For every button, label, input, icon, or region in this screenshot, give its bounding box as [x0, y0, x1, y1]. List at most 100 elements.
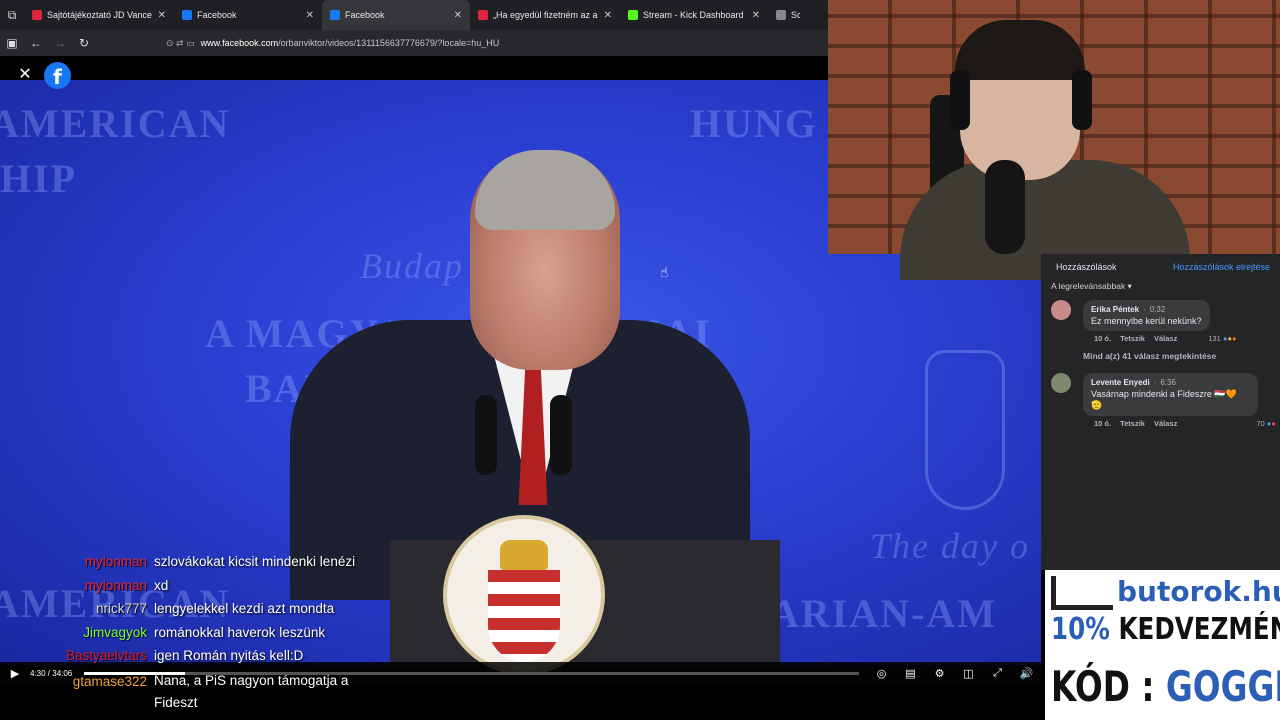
browser-tab[interactable]: Sajtótájékoztató JD Vance amer ✕ [24, 0, 174, 30]
love-reaction-icon: ● [1271, 419, 1276, 428]
tab-close-icon[interactable]: ✕ [158, 10, 166, 21]
bg-text: AMERICAN [0, 101, 231, 146]
browser-tab[interactable]: Screenshot [768, 0, 808, 30]
sponsor-discount-percent: 10% [1051, 612, 1119, 647]
tab-close-icon[interactable]: ✕ [604, 10, 612, 21]
comment-bubble: Levente Enyedi · 6:36 Vasárnap mindenki a … [1083, 373, 1258, 416]
chat-text: Nana, a PiS nagyon támogatja a Fideszt [154, 672, 349, 710]
browser-tab-bar: ⧉ Sajtótájékoztató JD Vance amer ✕ Faceboo… [0, 0, 828, 30]
comment-author[interactable]: Erika Péntek [1091, 305, 1139, 314]
chat-username[interactable]: mylonman [0, 578, 154, 593]
settings-gear-icon[interactable]: ⚙ [925, 667, 954, 680]
tab-close-icon[interactable]: ✕ [454, 10, 462, 21]
crown-emblem [500, 540, 548, 570]
tab-close-icon[interactable]: ✕ [306, 10, 314, 21]
tab-title: Stream - Kick Dashboard [643, 10, 744, 20]
url-path: /orbanviktor/videos/1311156637776679/?lo… [278, 37, 500, 48]
sponsor-code-value: GOGGER [1165, 662, 1280, 711]
address-bar: ▣ ← → ↻ ⊙ ⇄ ▭ www.facebook.com/orbanvikto… [0, 30, 828, 56]
sofa-logo-icon [1051, 576, 1113, 610]
avatar[interactable] [1051, 373, 1071, 393]
back-icon[interactable]: ← [24, 30, 48, 56]
browser-tab[interactable]: Facebook ✕ [174, 0, 322, 30]
chat-username[interactable]: nrick777 [0, 601, 154, 616]
tab-favicon-icon [776, 10, 786, 20]
sponsor-discount-word: KEDVEZMÉNY [1118, 612, 1280, 647]
volume-icon[interactable]: 🔊 [1012, 667, 1041, 680]
headphone-icon [950, 70, 970, 130]
sponsor-code-label: KÓD : [1051, 662, 1166, 711]
tab-close-icon[interactable]: ✕ [752, 10, 760, 21]
reaction-count: 70 [1256, 419, 1265, 428]
microphone [475, 395, 497, 475]
fullscreen-icon[interactable]: ⤢ [983, 667, 1012, 680]
microphone [550, 395, 572, 475]
like-button[interactable]: Tetszik [1120, 419, 1145, 428]
comment-bubble: Erika Péntek · 0:32 Ez mennyibe kerül nekü… [1083, 300, 1210, 331]
chat-username[interactable]: Bastyaelvtars [0, 648, 154, 663]
tab-menu-icon[interactable]: ⧉ [0, 2, 24, 28]
comment-age: 10 ó. [1094, 419, 1112, 428]
chat-username[interactable]: Jimvagyok [0, 625, 154, 640]
picture-in-picture-icon[interactable]: ◫ [954, 667, 983, 680]
sidebar-toggle-icon[interactable]: ▣ [0, 30, 24, 56]
chat-message: gtamase322 Nana, a PiS nagyon támogatja a… [0, 668, 420, 714]
close-icon[interactable]: ✕ [14, 64, 36, 86]
captions-icon[interactable]: ◎ [867, 667, 896, 680]
angry-reaction-icon: ● [1232, 334, 1237, 343]
facebook-logo-icon[interactable]: f [44, 62, 71, 89]
browser-tab[interactable]: „Ha egyedül fizetném az albérle ✕ [470, 0, 620, 30]
comment-timestamp[interactable]: 6:36 [1160, 378, 1176, 387]
tab-title: Facebook [197, 10, 237, 20]
tab-favicon-icon [32, 10, 42, 20]
tab-title: Screenshot [791, 10, 800, 20]
reaction-count-badge[interactable]: 70 ●● [1256, 419, 1276, 428]
comment-sort-dropdown[interactable]: A legrelevánsabbak ▾ [1041, 272, 1280, 292]
stream-chat-overlay: mylonman szlovákokat kicsit mindenki lené… [0, 550, 420, 714]
sponsor-banner: butorok.hu 10% KEDVEZMÉNY KÓD : GOGGER [1041, 570, 1280, 720]
reaction-count-badge[interactable]: 131 ●●● [1208, 334, 1236, 343]
browser-tab[interactable]: Stream - Kick Dashboard ✕ [620, 0, 768, 30]
shield-emblem [488, 570, 560, 662]
like-button[interactable]: Tetszik [1120, 334, 1145, 343]
video-top-bar [0, 56, 828, 80]
comment: Erika Péntek · 0:32 Ez mennyibe kerül nekü… [1051, 300, 1280, 343]
clip-icon[interactable]: ▤ [896, 667, 925, 680]
bg-text: The day o [870, 526, 1030, 566]
hide-comments-link[interactable]: Hozzászólások elrejtése [1173, 262, 1270, 272]
view-replies-link[interactable]: Mind a(z) 41 válasz megtekintése [1083, 351, 1280, 361]
browser-tab[interactable]: Facebook ✕ [322, 0, 470, 30]
reply-button[interactable]: Válasz [1154, 419, 1177, 428]
avatar[interactable] [1051, 300, 1071, 320]
comments-panel: Hozzászólások Hozzászólások elrejtése A … [1041, 254, 1280, 570]
chat-message: mylonman szlovákokat kicsit mindenki lené… [0, 550, 420, 574]
comment-timestamp[interactable]: 0:32 [1150, 305, 1166, 314]
bg-text: Budap [360, 246, 464, 286]
sponsor-brand: butorok.hu [1117, 575, 1280, 608]
bg-text: HIP [0, 156, 78, 201]
comments-header: Hozzászólások [1056, 262, 1117, 272]
reload-icon[interactable]: ↻ [72, 30, 96, 56]
chat-text: lengyelekkel kezdi azt mondta [154, 601, 335, 617]
tab-favicon-icon [182, 10, 192, 20]
reply-button[interactable]: Válasz [1154, 334, 1177, 343]
chat-username[interactable]: mylonman [0, 554, 154, 569]
chat-username[interactable]: gtamase322 [0, 674, 154, 689]
tab-favicon-icon [330, 10, 340, 20]
screen: ⧉ Sajtótájékoztató JD Vance amer ✕ Faceboo… [0, 0, 1280, 720]
tab-title: Sajtótájékoztató JD Vance amer [47, 10, 152, 20]
comment-author[interactable]: Levente Enyedi [1091, 378, 1150, 387]
chat-message: nrick777 lengyelekkel kezdi azt mondta [0, 597, 420, 621]
reaction-count: 131 [1208, 334, 1221, 343]
url-field[interactable]: ⊙ ⇄ ▭ www.facebook.com/orbanviktor/videos… [166, 38, 499, 49]
hand-cursor-icon: ☝ [660, 264, 669, 280]
bg-text: ARIAN-AM [770, 591, 998, 636]
tab-favicon-icon [478, 10, 488, 20]
comment: Levente Enyedi · 6:36 Vasárnap mindenki a … [1051, 373, 1280, 428]
tab-favicon-icon [628, 10, 638, 20]
forward-icon[interactable]: → [48, 30, 72, 56]
tab-title: „Ha egyedül fizetném az albérle [493, 10, 598, 20]
chat-text: románokkal haverok leszünk [154, 624, 326, 640]
chat-text: xd [154, 577, 169, 593]
chat-message: Bastyaelvtars igen Román nyitás kell:D [0, 644, 420, 668]
